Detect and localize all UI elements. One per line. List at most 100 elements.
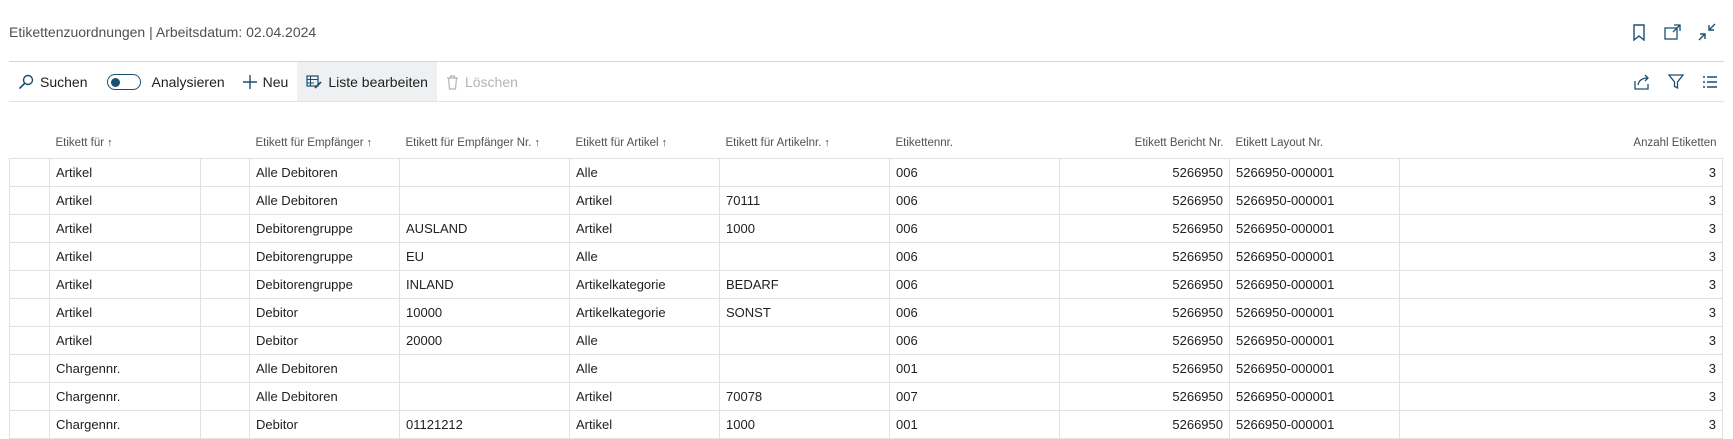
cell-anzahl[interactable]: 3 <box>1399 382 1724 411</box>
cell-etikettennr[interactable]: 006 <box>889 186 1061 215</box>
cell-artikelnr[interactable] <box>719 326 891 355</box>
cell-artikelnr[interactable] <box>719 354 891 383</box>
cell-artikel[interactable]: Alle <box>569 354 721 383</box>
row-selector[interactable] <box>9 158 50 187</box>
cell-bericht-nr[interactable]: 5266950 <box>1059 242 1231 271</box>
cell-empfaenger[interactable]: Debitor <box>249 326 401 355</box>
table-row[interactable]: Artikel Debitorengruppe AUSLAND Artikel 1000… <box>9 214 1724 243</box>
cell-empfaenger-nr[interactable]: EU <box>399 242 571 271</box>
cell-empfaenger-nr[interactable] <box>399 382 571 411</box>
col-header-artikel[interactable]: Etikett für Artikel ↑ <box>570 128 720 159</box>
cell-layout-nr[interactable]: 5266950-000001 <box>1229 298 1401 327</box>
cell-bericht-nr[interactable]: 5266950 <box>1059 270 1231 299</box>
row-selector[interactable] <box>9 354 50 383</box>
cell-etikett-fuer[interactable]: Chargennr. <box>49 410 201 439</box>
cell-artikelnr[interactable]: 1000 <box>719 410 891 439</box>
cell-etikett-fuer[interactable]: Artikel <box>49 186 201 215</box>
row-selector[interactable] <box>9 186 50 215</box>
cell-layout-nr[interactable]: 5266950-000001 <box>1229 326 1401 355</box>
analyze-switch[interactable] <box>107 74 142 90</box>
table-row[interactable]: Artikel Alle Debitoren Alle 006 5266950 52669… <box>9 158 1724 187</box>
cell-etikett-fuer[interactable]: Artikel <box>49 270 201 299</box>
search-button[interactable]: Suchen <box>9 62 96 102</box>
cell-etikett-fuer[interactable]: Artikel <box>49 298 201 327</box>
cell-etikett-fuer[interactable]: Artikel <box>49 158 201 187</box>
row-selector[interactable] <box>9 326 50 355</box>
filter-icon[interactable] <box>1666 72 1686 92</box>
cell-anzahl[interactable]: 3 <box>1399 186 1724 215</box>
new-button[interactable]: Neu <box>234 62 298 102</box>
row-selector[interactable] <box>9 382 50 411</box>
cell-layout-nr[interactable]: 5266950-000001 <box>1229 242 1401 271</box>
table-row[interactable]: Artikel Debitor 10000 Artikelkategorie SONST… <box>9 298 1724 327</box>
cell-anzahl[interactable]: 3 <box>1399 158 1724 187</box>
cell-layout-nr[interactable]: 5266950-000001 <box>1229 214 1401 243</box>
cell-etikettennr[interactable]: 001 <box>889 410 1061 439</box>
cell-etikettennr[interactable]: 006 <box>889 242 1061 271</box>
bookmark-icon[interactable] <box>1629 22 1649 42</box>
row-selector[interactable] <box>9 410 50 439</box>
cell-artikelnr[interactable] <box>719 242 891 271</box>
cell-etikett-fuer[interactable]: Artikel <box>49 214 201 243</box>
cell-artikel[interactable]: Artikel <box>569 214 721 243</box>
cell-artikel[interactable]: Alle <box>569 326 721 355</box>
open-new-window-icon[interactable] <box>1663 22 1683 42</box>
cell-artikel[interactable]: Artikel <box>569 382 721 411</box>
cell-empfaenger[interactable]: Debitor <box>249 410 401 439</box>
cell-etikettennr[interactable]: 006 <box>889 326 1061 355</box>
cell-artikel[interactable]: Artikel <box>569 410 721 439</box>
cell-empfaenger[interactable]: Debitorengruppe <box>249 214 401 243</box>
cell-empfaenger[interactable]: Debitor <box>249 298 401 327</box>
cell-bericht-nr[interactable]: 5266950 <box>1059 410 1231 439</box>
cell-etikett-fuer[interactable]: Artikel <box>49 242 201 271</box>
cell-layout-nr[interactable]: 5266950-000001 <box>1229 186 1401 215</box>
table-row[interactable]: Artikel Alle Debitoren Artikel 70111 006 5266… <box>9 186 1724 215</box>
cell-empfaenger-nr[interactable] <box>399 158 571 187</box>
cell-bericht-nr[interactable]: 5266950 <box>1059 354 1231 383</box>
delete-button[interactable]: Löschen <box>437 62 527 102</box>
cell-artikelnr[interactable]: 70111 <box>719 186 891 215</box>
cell-anzahl[interactable]: 3 <box>1399 410 1724 439</box>
cell-artikelnr[interactable]: SONST <box>719 298 891 327</box>
col-header-empfaenger-nr[interactable]: Etikett für Empfänger Nr. ↑ <box>400 128 570 159</box>
cell-artikel[interactable]: Alle <box>569 158 721 187</box>
cell-empfaenger-nr[interactable]: 10000 <box>399 298 571 327</box>
cell-empfaenger-nr[interactable]: 01121212 <box>399 410 571 439</box>
share-icon[interactable] <box>1632 72 1652 92</box>
cell-empfaenger[interactable]: Alle Debitoren <box>249 186 401 215</box>
cell-etikettennr[interactable]: 006 <box>889 158 1061 187</box>
cell-layout-nr[interactable]: 5266950-000001 <box>1229 410 1401 439</box>
cell-layout-nr[interactable]: 5266950-000001 <box>1229 382 1401 411</box>
cell-layout-nr[interactable]: 5266950-000001 <box>1229 354 1401 383</box>
col-header-etikettennr[interactable]: Etikettennr. <box>890 128 1060 159</box>
cell-layout-nr[interactable]: 5266950-000001 <box>1229 270 1401 299</box>
cell-artikelnr[interactable]: BEDARF <box>719 270 891 299</box>
cell-empfaenger-nr[interactable]: AUSLAND <box>399 214 571 243</box>
cell-artikelnr[interactable]: 1000 <box>719 214 891 243</box>
cell-layout-nr[interactable]: 5266950-000001 <box>1229 158 1401 187</box>
cell-bericht-nr[interactable]: 5266950 <box>1059 326 1231 355</box>
cell-empfaenger[interactable]: Alle Debitoren <box>249 354 401 383</box>
cell-etikett-fuer[interactable]: Chargennr. <box>49 382 201 411</box>
col-header-bericht-nr[interactable]: Etikett Bericht Nr. <box>1060 128 1230 159</box>
cell-artikel[interactable]: Artikel <box>569 186 721 215</box>
cell-artikelnr[interactable]: 70078 <box>719 382 891 411</box>
cell-anzahl[interactable]: 3 <box>1399 270 1724 299</box>
cell-etikettennr[interactable]: 001 <box>889 354 1061 383</box>
cell-empfaenger-nr[interactable] <box>399 186 571 215</box>
cell-etikettennr[interactable]: 007 <box>889 382 1061 411</box>
cell-bericht-nr[interactable]: 5266950 <box>1059 186 1231 215</box>
cell-artikel[interactable]: Artikelkategorie <box>569 298 721 327</box>
cell-empfaenger[interactable]: Debitorengruppe <box>249 242 401 271</box>
edit-list-button[interactable]: Liste bearbeiten <box>297 62 437 102</box>
col-header-empfaenger[interactable]: Etikett für Empfänger ↑ <box>250 128 400 159</box>
col-header-anzahl[interactable]: Anzahl Etiketten <box>1400 128 1723 159</box>
table-row[interactable]: Chargennr. Debitor 01121212 Artikel 1000 001 5… <box>9 410 1724 439</box>
cell-bericht-nr[interactable]: 5266950 <box>1059 158 1231 187</box>
list-view-icon[interactable] <box>1700 72 1720 92</box>
row-selector[interactable] <box>9 298 50 327</box>
cell-empfaenger-nr[interactable]: 20000 <box>399 326 571 355</box>
row-selector[interactable] <box>9 214 50 243</box>
table-row[interactable]: Artikel Debitor 20000 Alle 006 5266950 5266950… <box>9 326 1724 355</box>
cell-artikelnr[interactable] <box>719 158 891 187</box>
